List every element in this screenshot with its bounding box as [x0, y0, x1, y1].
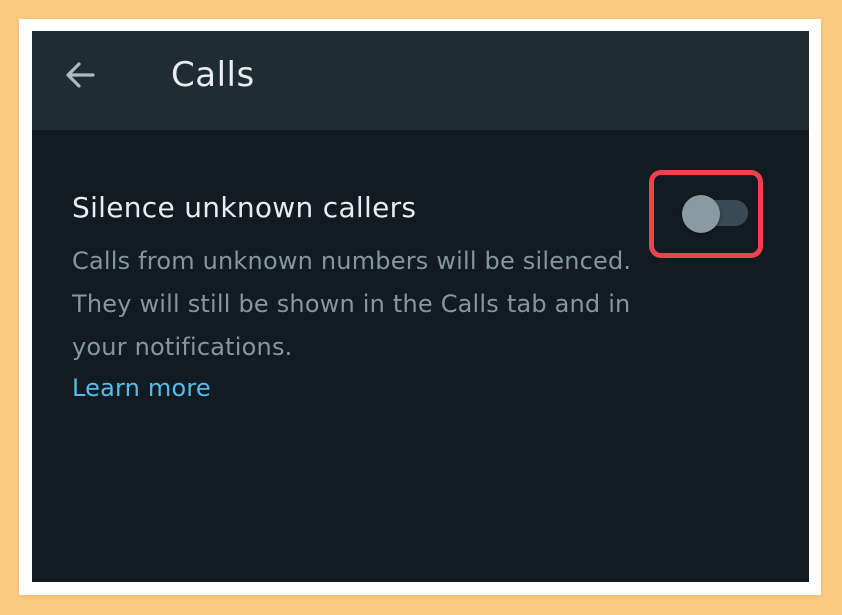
app-screen: Calls Silence unknown callers Calls from… — [32, 31, 809, 582]
toggle-thumb — [682, 195, 720, 233]
silence-unknown-callers-toggle[interactable] — [682, 195, 748, 233]
back-button[interactable] — [58, 53, 102, 97]
app-bar: Calls — [32, 31, 809, 130]
setting-description: Calls from unknown numbers will be silen… — [72, 247, 632, 361]
silence-unknown-callers-setting[interactable]: Silence unknown callers Calls from unkno… — [32, 130, 809, 430]
setting-title: Silence unknown callers — [72, 191, 417, 224]
arrow-left-icon — [66, 62, 95, 88]
learn-more-link[interactable]: Learn more — [72, 368, 211, 408]
page-title: Calls — [171, 55, 255, 95]
